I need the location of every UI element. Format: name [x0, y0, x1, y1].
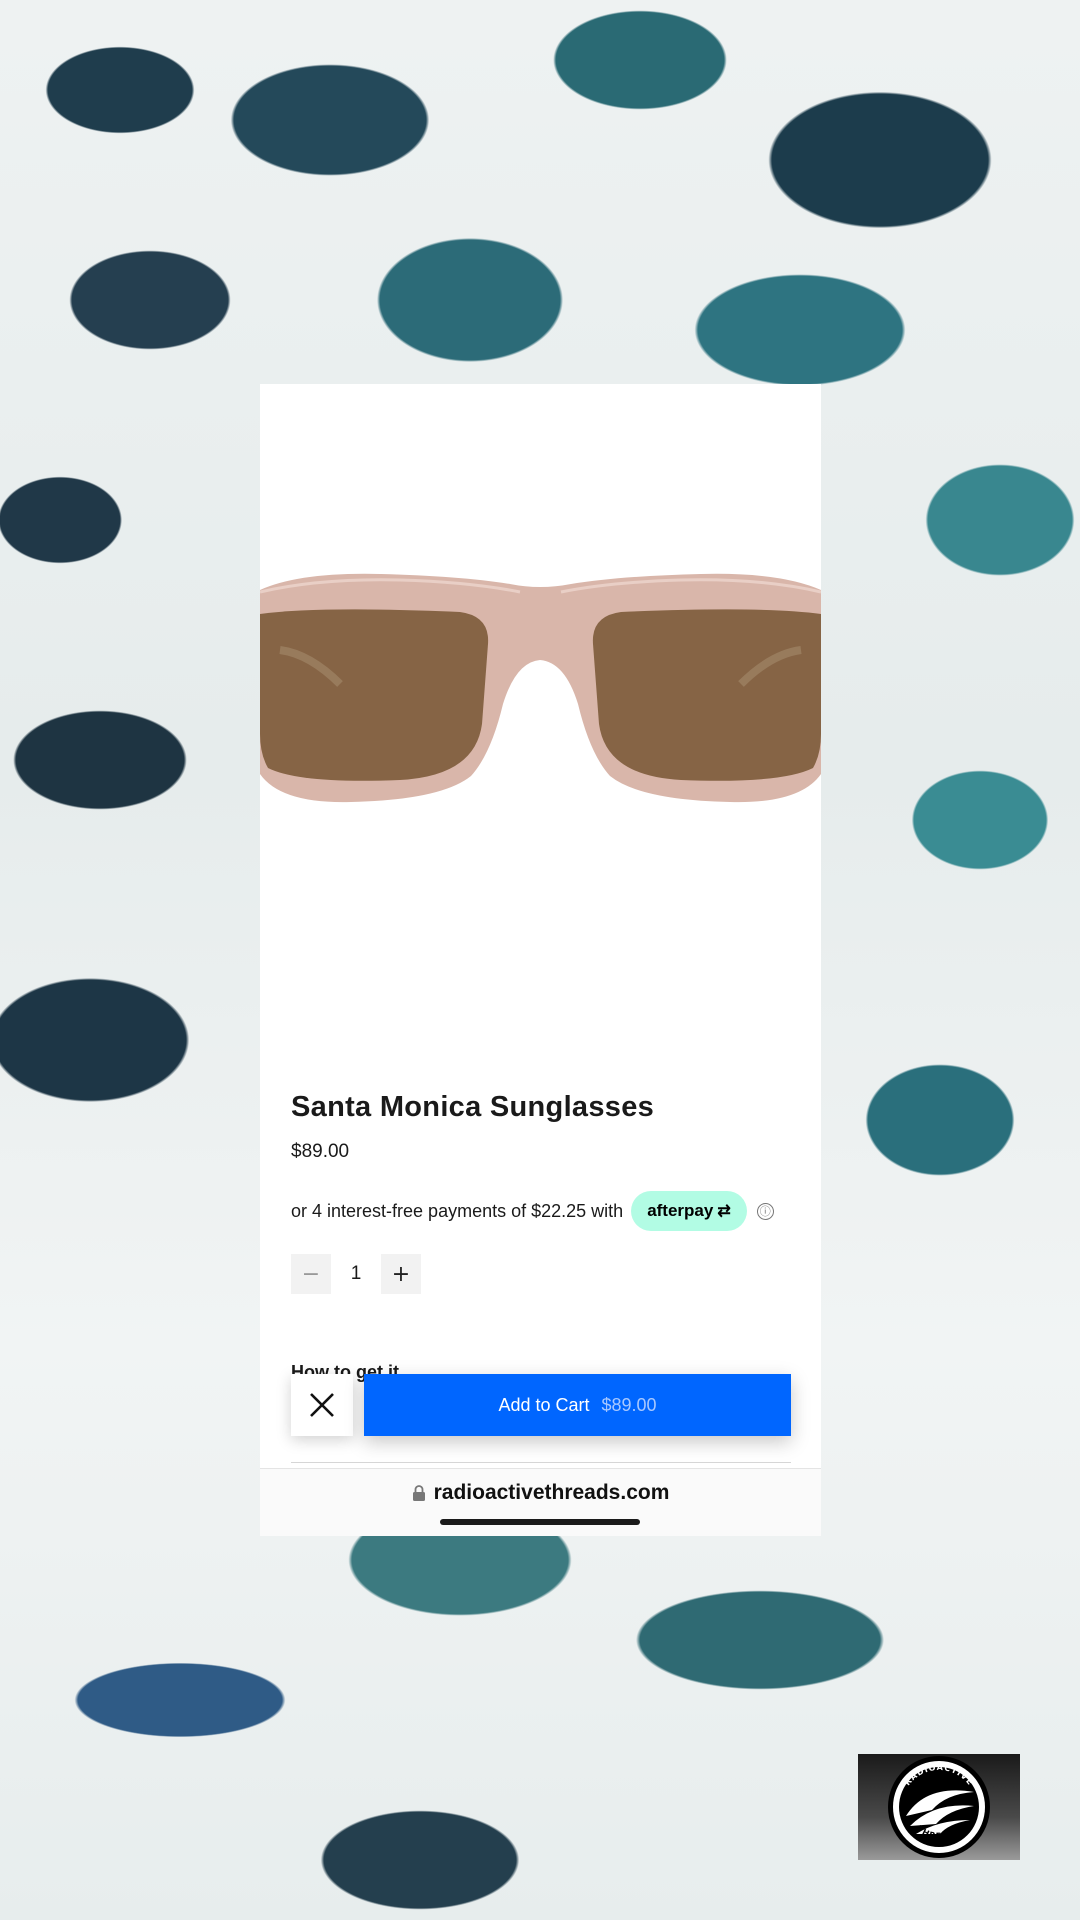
quantity-increase-button[interactable]: + [381, 1254, 421, 1294]
afterpay-text: or 4 interest-free payments of $22.25 wi… [291, 1200, 624, 1221]
quantity-value: 1 [350, 1263, 362, 1284]
quantity-stepper: − 1 + [291, 1254, 421, 1294]
close-icon [310, 1393, 334, 1417]
product-price: $89.00 [291, 1141, 350, 1162]
afterpay-loop-icon: ⇄ [717, 1203, 731, 1220]
radioactive-threads-logo-icon: RADIOACTIVE THREADS [888, 1756, 990, 1858]
url-display: radioactivethreads.com [260, 1481, 821, 1505]
phone-screen: Santa Monica Sunglasses $89.00 or 4 inte… [260, 384, 821, 1536]
url-domain: radioactivethreads.com [433, 1481, 670, 1504]
cart-bar: Add to Cart $89.00 [291, 1374, 791, 1436]
lock-icon [412, 1485, 425, 1501]
afterpay-brand: afterpay [647, 1201, 714, 1220]
sunglasses-image [260, 573, 821, 803]
add-to-cart-button[interactable]: Add to Cart $89.00 [364, 1374, 791, 1436]
quantity-decrease-button[interactable]: − [291, 1254, 331, 1294]
afterpay-badge[interactable]: afterpay ⇄ [631, 1191, 747, 1231]
close-button[interactable] [291, 1374, 353, 1436]
brand-logo: RADIOACTIVE THREADS [858, 1754, 1020, 1860]
home-indicator[interactable] [440, 1519, 640, 1525]
divider [291, 1462, 791, 1463]
info-icon[interactable]: ⓘ [756, 1202, 774, 1220]
add-to-cart-amount: $89.00 [601, 1394, 657, 1415]
browser-url-bar[interactable]: radioactivethreads.com [260, 1468, 821, 1536]
product-title: Santa Monica Sunglasses [291, 1091, 655, 1123]
afterpay-row: or 4 interest-free payments of $22.25 wi… [291, 1190, 774, 1232]
add-to-cart-label: Add to Cart [498, 1394, 590, 1415]
